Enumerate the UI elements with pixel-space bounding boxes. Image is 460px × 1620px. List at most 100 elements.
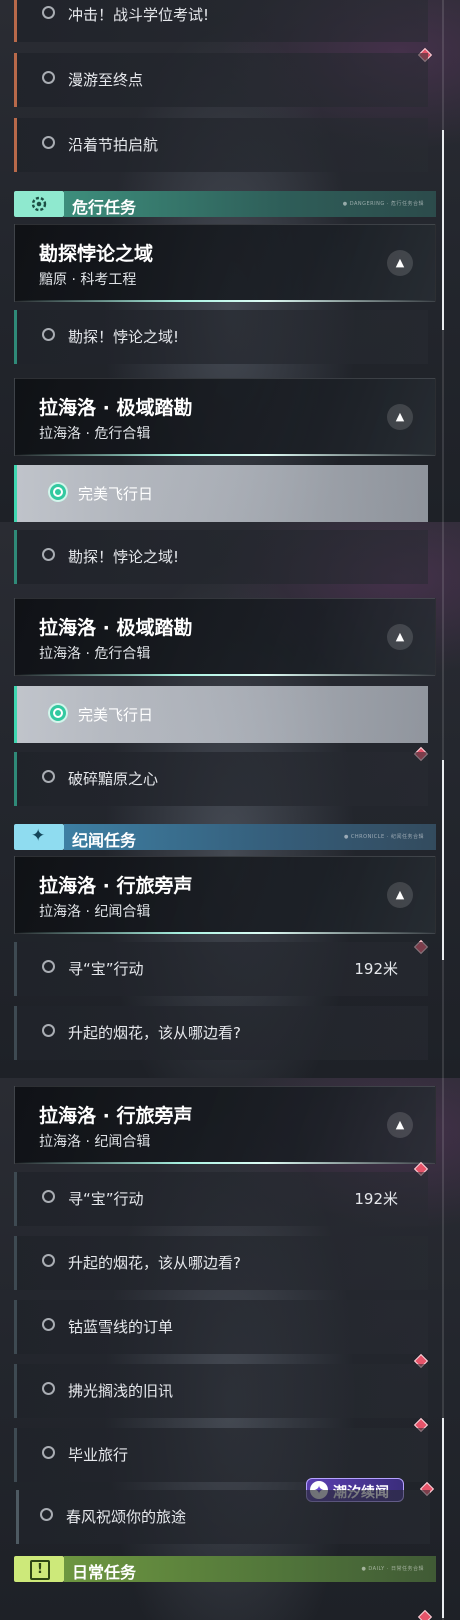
quest-subtitle: 拉海洛 · 危行合辑 — [39, 426, 151, 442]
quest-item-label: 完美飞行日 — [78, 706, 154, 724]
tracking-target-icon — [48, 703, 68, 723]
collapse-button[interactable]: ▲ — [387, 882, 413, 908]
quest-item-label: 漫游至终点 — [68, 71, 144, 89]
circle-icon — [42, 960, 55, 973]
quest-subtitle: 黯原 · 科考工程 — [39, 272, 137, 288]
circle-icon — [42, 136, 55, 149]
quest-item[interactable]: 毕业旅行 — [14, 1428, 428, 1482]
scrollbar-thumb[interactable] — [442, 760, 444, 960]
quest-item-bar — [14, 118, 17, 172]
quest-item-bar — [14, 1428, 17, 1482]
quest-item-label: 寻“宝”行动 — [68, 960, 144, 978]
quest-item-label: 勘探！悖论之域! — [68, 548, 180, 566]
quest-item-bar — [14, 942, 17, 996]
quest-item[interactable]: 升起的烟花，该从哪边看? — [14, 1236, 428, 1290]
quest-subtitle: 拉海洛 · 纪闻合辑 — [39, 1134, 151, 1150]
circle-icon — [40, 1508, 53, 1521]
circle-icon — [42, 6, 55, 19]
gear-icon — [14, 191, 64, 217]
quest-item-bar — [14, 53, 17, 107]
circle-icon — [42, 1318, 55, 1331]
story-quest-header: ✦ 纪闻任务 ● CHRONICLE · 纪闻任务合辑 — [14, 824, 436, 850]
quest-item-label: 完美飞行日 — [78, 485, 154, 503]
quest-item-label: 冲击！战斗学位考试! — [68, 6, 210, 24]
quest-item[interactable]: 冲击！战斗学位考试! — [14, 0, 428, 42]
quest-item-active[interactable]: 完美飞行日 — [14, 686, 428, 743]
quest-item-bar — [16, 1490, 19, 1544]
quest-item-bar — [14, 1300, 17, 1354]
quest-item-label: 破碎黯原之心 — [68, 770, 159, 788]
sparkle-glyph: ✦ — [31, 826, 46, 846]
quest-title: 拉海洛 · 行旅旁声 — [39, 1105, 193, 1127]
circle-icon — [42, 1254, 55, 1267]
quest-title: 拉海洛 · 行旅旁声 — [39, 875, 193, 897]
quest-item-label: 毕业旅行 — [68, 1446, 129, 1464]
alert-icon: ! — [14, 1556, 64, 1582]
quest-title: 拉海洛 · 极域踏勘 — [39, 617, 193, 639]
quest-item-label: 升起的烟花，该从哪边看? — [68, 1024, 241, 1042]
scrollbar-thumb[interactable] — [442, 130, 444, 330]
daily-quest-header: ! 日常任务 ● DAILY · 日常任务合辑 — [14, 1556, 436, 1582]
quest-item-active[interactable]: 完美飞行日 — [14, 465, 428, 522]
collapse-button[interactable]: ▲ — [387, 1112, 413, 1138]
circle-icon — [42, 328, 55, 341]
circle-icon — [42, 770, 55, 783]
collapse-button[interactable]: ▲ — [387, 624, 413, 650]
quest-item[interactable]: 寻“宝”行动 192米 — [14, 942, 428, 996]
quest-item[interactable]: 漫游至终点 — [14, 53, 428, 107]
quest-panel-3: 拉海洛 · 行旅旁声 拉海洛 · 纪闻合辑 ▲ 寻“宝”行动 192米 升起的烟… — [0, 1078, 460, 1620]
quest-item-bar — [14, 0, 17, 42]
quest-item-bar — [14, 1172, 17, 1226]
danger-quest-header: 危行任务 ● DANGERING · 危行任务合辑 — [14, 191, 436, 217]
quest-subtitle: 拉海洛 · 纪闻合辑 — [39, 904, 151, 920]
quest-item-label: 勘探！悖论之域! — [68, 328, 180, 346]
quest-item[interactable]: 钴蓝雪线的订单 — [14, 1300, 428, 1354]
quest-distance: 192米 — [354, 960, 398, 978]
quest-item-label: 春风祝颂你的旅途 — [66, 1508, 187, 1526]
collapse-button[interactable]: ▲ — [387, 250, 413, 276]
header-fine-print: ● CHRONICLE · 纪闻任务合辑 — [343, 834, 424, 840]
quest-item-label: 沿着节拍启航 — [68, 136, 159, 154]
quest-item[interactable]: 破碎黯原之心 — [14, 752, 428, 806]
quest-card[interactable]: 拉海洛 · 行旅旁声 拉海洛 · 纪闻合辑 ▲ — [14, 1086, 436, 1164]
quest-item[interactable]: 春风祝颂你的旅途 — [16, 1490, 430, 1544]
quest-panel-1: 冲击！战斗学位考试! 漫游至终点 沿着节拍启航 危行任务 ● DANGERING… — [0, 0, 460, 522]
quest-item-bar — [14, 1236, 17, 1290]
circle-icon — [42, 1446, 55, 1459]
quest-item[interactable]: 升起的烟花，该从哪边看? — [14, 1006, 428, 1060]
quest-item-bar — [14, 752, 17, 806]
quest-item[interactable]: 拂光搁浅的旧讯 — [14, 1364, 428, 1418]
quest-distance: 192米 — [354, 1190, 398, 1208]
quest-subtitle: 拉海洛 · 危行合辑 — [39, 646, 151, 662]
circle-icon — [42, 548, 55, 561]
sparkle-icon: ✦ — [14, 824, 64, 850]
quest-card[interactable]: 拉海洛 · 极域踏勘 拉海洛 · 危行合辑 ▲ — [14, 378, 436, 456]
circle-icon — [42, 1190, 55, 1203]
circle-icon — [42, 71, 55, 84]
header-fine-print: ● DANGERING · 危行任务合辑 — [342, 201, 424, 207]
quest-item[interactable]: 寻“宝”行动 192米 — [14, 1172, 428, 1226]
circle-icon — [42, 1024, 55, 1037]
quest-panel-2: 勘探！悖论之域! 拉海洛 · 极域踏勘 拉海洛 · 危行合辑 ▲ 完美飞行日 破… — [0, 522, 460, 1078]
quest-item-label: 升起的烟花，该从哪边看? — [68, 1254, 241, 1272]
quest-item-label: 钴蓝雪线的订单 — [68, 1318, 174, 1336]
quest-item[interactable]: 勘探！悖论之域! — [14, 310, 428, 364]
quest-card[interactable]: 拉海洛 · 极域踏勘 拉海洛 · 危行合辑 ▲ — [14, 598, 436, 676]
quest-item-label: 寻“宝”行动 — [68, 1190, 144, 1208]
quest-card[interactable]: 拉海洛 · 行旅旁声 拉海洛 · 纪闻合辑 ▲ — [14, 856, 436, 934]
scrollbar-thumb[interactable] — [442, 1418, 444, 1618]
quest-item-bar — [14, 686, 17, 743]
quest-title: 拉海洛 · 极域踏勘 — [39, 397, 193, 419]
quest-item-bar — [14, 1364, 17, 1418]
alert-glyph: ! — [30, 1560, 50, 1580]
quest-item[interactable]: 沿着节拍启航 — [14, 118, 428, 172]
quest-item-label: 拂光搁浅的旧讯 — [68, 1382, 174, 1400]
quest-item-bar — [14, 530, 17, 584]
circle-icon — [42, 1382, 55, 1395]
header-title: 日常任务 — [72, 1563, 137, 1582]
collapse-button[interactable]: ▲ — [387, 404, 413, 430]
quest-card[interactable]: 勘探悖论之域 黯原 · 科考工程 ▲ — [14, 224, 436, 302]
quest-item[interactable]: 勘探！悖论之域! — [14, 530, 428, 584]
header-fine-print: ● DAILY · 日常任务合辑 — [361, 1566, 424, 1572]
header-title: 纪闻任务 — [72, 831, 137, 850]
